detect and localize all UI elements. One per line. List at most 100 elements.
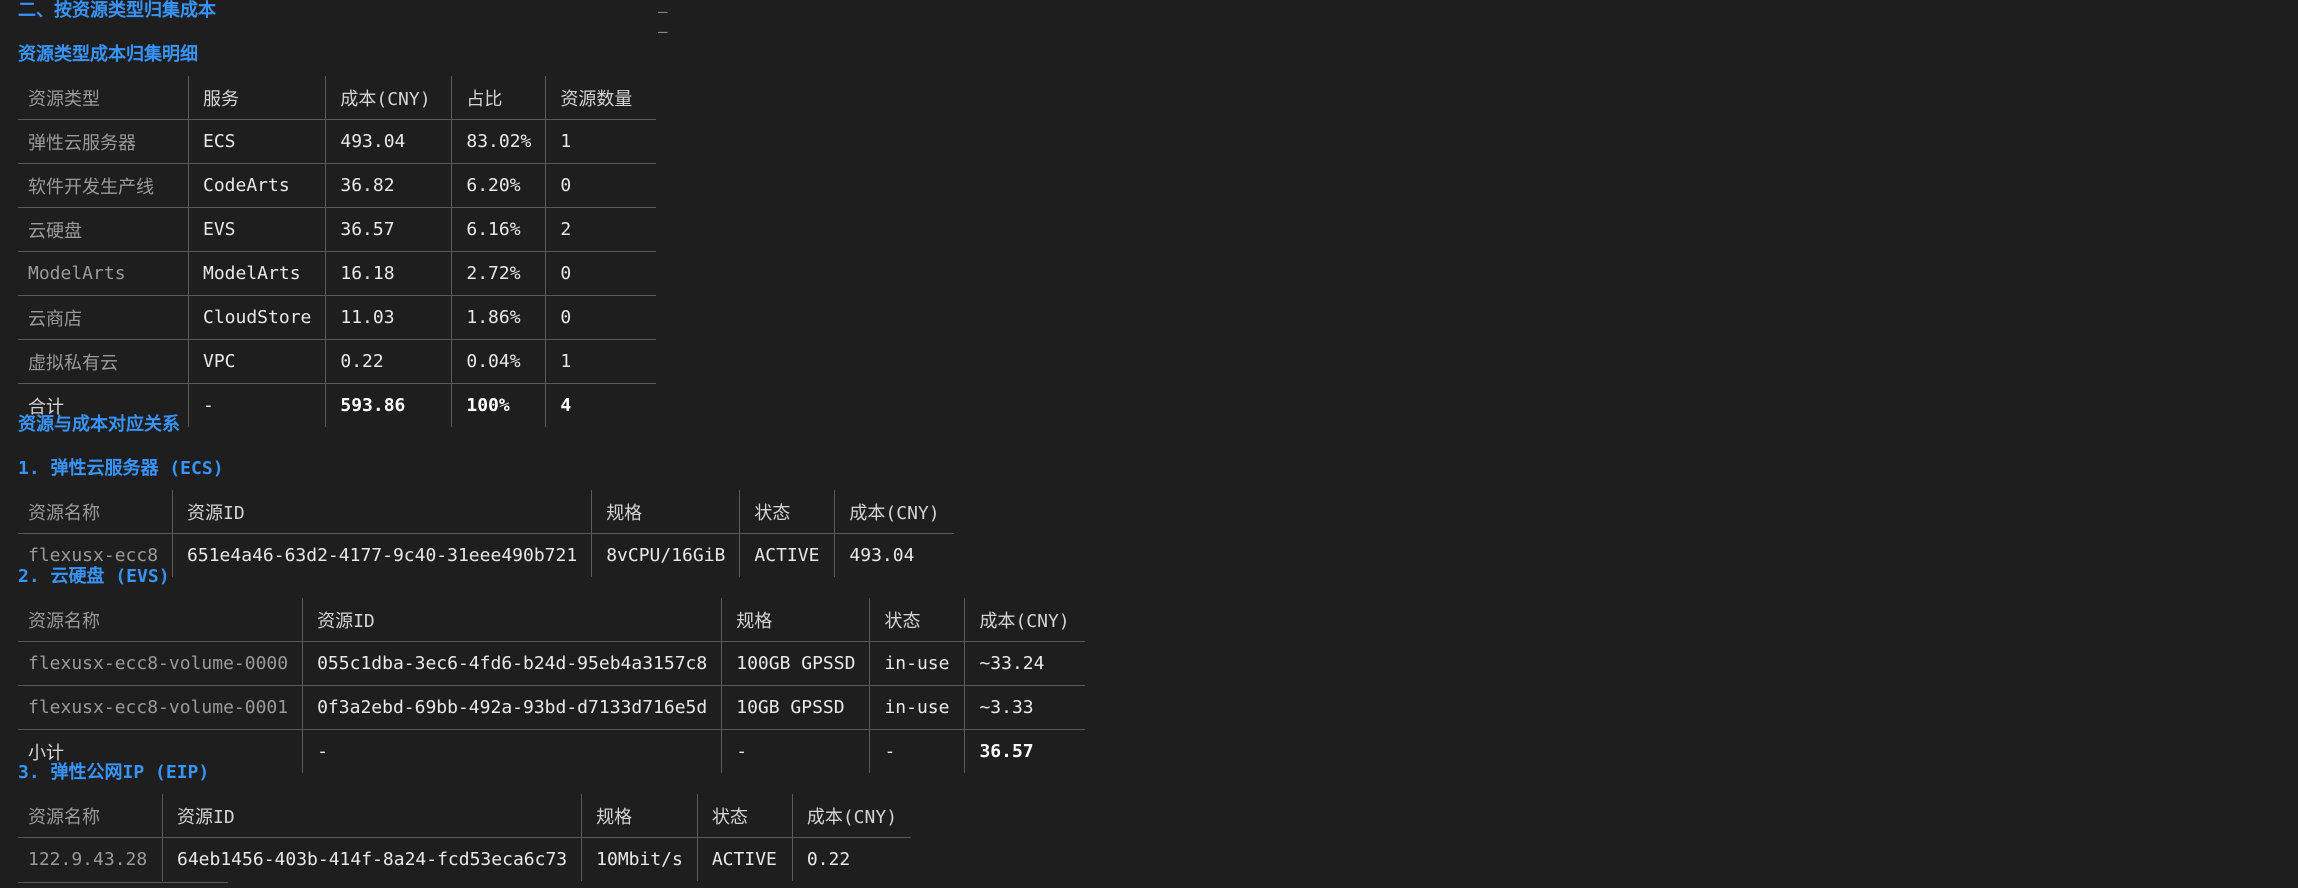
cell: 055c1dba-3ec6-4fd6-b24d-95eb4a3157c8 — [302, 641, 722, 686]
evs-heading: 2. 云硬盘 (EVS) — [18, 566, 170, 587]
cell: 云硬盘 — [18, 207, 189, 252]
col-header: 资源ID — [172, 490, 592, 534]
divider — [18, 882, 228, 883]
col-header: 资源数量 — [545, 76, 657, 120]
cell: 6.16% — [451, 207, 546, 252]
cell: 36.57 — [325, 207, 452, 252]
eip-table: 资源名称 资源ID 规格 状态 成本(CNY) 122.9.43.28 64eb… — [18, 794, 912, 881]
table-header-row: 资源名称 资源ID 规格 状态 成本(CNY) — [18, 794, 912, 838]
col-header: 状态 — [696, 794, 793, 838]
cell: CloudStore — [187, 295, 326, 340]
cell: - — [302, 729, 722, 773]
cell: ECS — [187, 119, 326, 164]
cell: 122.9.43.28 — [28, 849, 148, 870]
col-header: 规格 — [591, 490, 740, 534]
cell: in-use — [869, 641, 965, 686]
cell: 0 — [545, 251, 657, 296]
cell: 100GB GPSSD — [721, 641, 870, 686]
cell: 0 — [545, 295, 657, 340]
table-row: flexusx-ecc8-volume-0001 0f3a2ebd-69bb-4… — [18, 685, 1086, 730]
section-heading: 二、按资源类型归集成本 — [18, 0, 216, 21]
cell: 2 — [545, 207, 657, 252]
evs-table: 资源名称 资源ID 规格 状态 成本(CNY) flexusx-ecc8-vol… — [18, 598, 1086, 773]
col-header: 成本(CNY) — [964, 598, 1086, 642]
table-header-row: 资源名称 资源ID 规格 状态 成本(CNY) — [18, 598, 1086, 642]
table-row: 弹性云服务器 ECS 493.04 83.02% 1 — [18, 119, 657, 164]
col-header: 资源类型 — [18, 76, 189, 120]
cell: 1 — [545, 339, 657, 384]
cell: 0.04% — [451, 339, 546, 384]
cell: in-use — [869, 685, 965, 730]
cell: 1.86% — [451, 295, 546, 340]
cell: ACTIVE — [739, 533, 835, 577]
cell: 493.04 — [325, 119, 452, 164]
table-header-row: 资源类型 服务 成本(CNY) 占比 资源数量 — [18, 76, 657, 120]
dash-marker: – — [658, 22, 668, 41]
col-header: 成本(CNY) — [791, 794, 912, 838]
cell: 0.22 — [325, 339, 452, 384]
mapping-heading: 资源与成本对应关系 — [18, 414, 180, 435]
resource-type-table: 资源类型 服务 成本(CNY) 占比 资源数量 弹性云服务器 ECS 493.0… — [18, 76, 657, 427]
cell: ModelArts — [187, 251, 326, 296]
cell: 16.18 — [325, 251, 452, 296]
table-row: 122.9.43.28 64eb1456-403b-414f-8a24-fcd5… — [18, 837, 912, 881]
ecs-table: 资源名称 资源ID 规格 状态 成本(CNY) flexusx-ecc8 651… — [18, 490, 954, 577]
col-header: 占比 — [451, 76, 546, 120]
col-header: 成本(CNY) — [325, 76, 452, 120]
cell: ModelArts — [18, 251, 189, 296]
col-header: 规格 — [581, 794, 698, 838]
cell: CodeArts — [187, 163, 326, 208]
cell: 0.22 — [791, 837, 912, 881]
col-header: 资源ID — [302, 598, 722, 642]
cell: 1 — [545, 119, 657, 164]
cell: 10GB GPSSD — [721, 685, 870, 730]
cell: 593.86 — [325, 383, 452, 427]
cell: - — [721, 729, 870, 773]
table-row: ModelArts ModelArts 16.18 2.72% 0 — [18, 251, 657, 296]
table-row: flexusx-ecc8-volume-0000 055c1dba-3ec6-4… — [18, 641, 1086, 686]
table-row: 云商店 CloudStore 11.03 1.86% 0 — [18, 295, 657, 340]
col-header: 资源名称 — [18, 598, 303, 642]
cell: 83.02% — [451, 119, 546, 164]
cell: ~3.33 — [964, 685, 1086, 730]
cell: 11.03 — [325, 295, 452, 340]
cell: flexusx-ecc8-volume-0000 — [18, 641, 303, 686]
table-row: 软件开发生产线 CodeArts 36.82 6.20% 0 — [18, 163, 657, 208]
dash-marker: – — [658, 2, 668, 21]
cell: 36.57 — [964, 729, 1086, 773]
cell: 4 — [545, 383, 657, 427]
cell: 虚拟私有云 — [18, 339, 189, 384]
col-header: 资源名称 — [18, 794, 163, 838]
cell: 6.20% — [451, 163, 546, 208]
col-header: 成本(CNY) — [834, 490, 954, 534]
col-header: 状态 — [739, 490, 835, 534]
table-row: 虚拟私有云 VPC 0.22 0.04% 1 — [18, 339, 657, 384]
cell: 100% — [451, 383, 546, 427]
table-row: 云硬盘 EVS 36.57 6.16% 2 — [18, 207, 657, 252]
cell: VPC — [187, 339, 326, 384]
detail-heading: 资源类型成本归集明细 — [18, 44, 198, 65]
cell: 弹性云服务器 — [18, 119, 189, 164]
cell: 10Mbit/s — [581, 837, 698, 881]
cell: 软件开发生产线 — [18, 163, 189, 208]
cell: 8vCPU/16GiB — [591, 533, 740, 577]
eip-heading: 3. 弹性公网IP (EIP) — [18, 762, 210, 783]
cell: 0 — [545, 163, 657, 208]
cell: - — [187, 383, 326, 427]
col-header: 服务 — [187, 76, 326, 120]
ecs-heading: 1. 弹性云服务器 (ECS) — [18, 458, 224, 479]
cell: EVS — [187, 207, 326, 252]
col-header: 资源ID — [161, 794, 582, 838]
cell: 36.82 — [325, 163, 452, 208]
col-header: 规格 — [721, 598, 870, 642]
cell: 2.72% — [451, 251, 546, 296]
cell: ACTIVE — [696, 837, 793, 881]
cell: - — [869, 729, 965, 773]
col-header: 资源名称 — [18, 490, 173, 534]
col-header: 状态 — [869, 598, 965, 642]
cell: ~33.24 — [964, 641, 1086, 686]
cell: 0f3a2ebd-69bb-492a-93bd-d7133d716e5d — [302, 685, 722, 730]
cell: 493.04 — [834, 533, 954, 577]
table-header-row: 资源名称 资源ID 规格 状态 成本(CNY) — [18, 490, 954, 534]
cell: 651e4a46-63d2-4177-9c40-31eee490b721 — [172, 533, 592, 577]
